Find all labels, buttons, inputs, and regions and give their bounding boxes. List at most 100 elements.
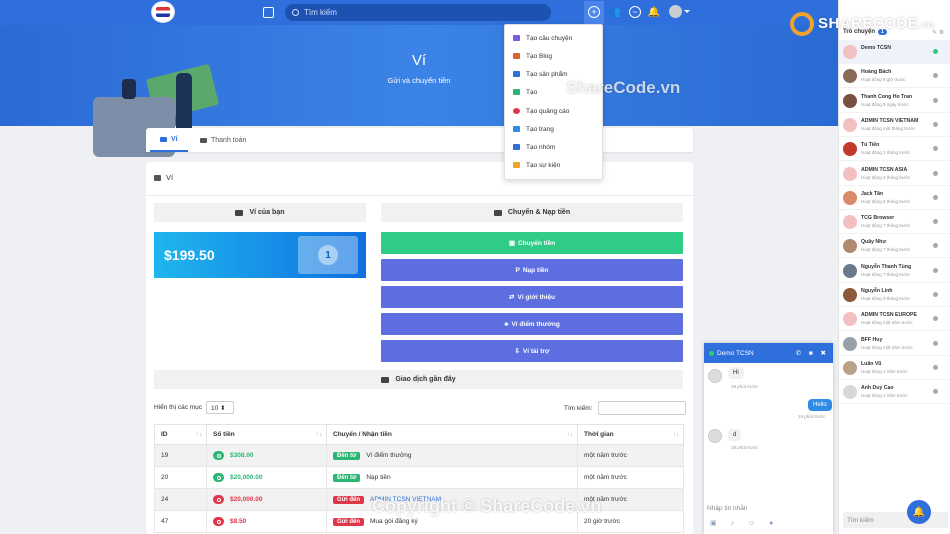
sidebar-contact[interactable]: ADMIN TCSN ASIA Hoạt động 3 tháng trước <box>839 162 950 186</box>
col-transfer-header[interactable]: Chuyển / Nhận tiền ↑↓ <box>326 424 578 445</box>
eye-icon[interactable] <box>213 517 224 526</box>
referral-wallet-button[interactable]: ⇄ Ví giới thiệu <box>381 286 683 308</box>
sidebar-contact[interactable]: ADMIN TCSN EUROPE Hoạt động một năm trước <box>839 307 950 332</box>
contact-name: Anh Duy Cao <box>861 385 894 392</box>
transfer-desc: Nạp tiền <box>366 473 391 481</box>
sidebar-contact[interactable]: Thanh Cong Ho Tran Hoạt động 5 ngày trước <box>839 89 950 113</box>
sidebar-contact[interactable]: Tú Tiến Hoạt động 2 tháng trước <box>839 137 950 162</box>
transfer-money-label: Chuyển tiền <box>517 239 556 247</box>
deposit-button[interactable]: P Nạp tiền <box>381 259 683 281</box>
table-row: 20 $20,000.00 Đến từ Nạp tiền một năm trư… <box>154 466 684 489</box>
download-icon: ⇩ <box>514 348 520 355</box>
contact-search-input[interactable]: Tìm kiếm <box>843 512 948 528</box>
card-title: Ví <box>154 173 173 182</box>
home-icon[interactable] <box>263 7 274 18</box>
sidebar-contact[interactable]: Hoàng Bách Hoạt động 8 giờ trước <box>839 64 950 89</box>
messenger-icon[interactable]: ~ <box>629 6 641 18</box>
page-length-select[interactable]: 10 ⬍ <box>206 401 235 414</box>
chat-toolbar-icons[interactable]: ▣ ♪ ☺ ● <box>710 519 779 527</box>
contact-status: Hoạt động 5 ngày trước <box>861 101 909 107</box>
col-amount-header[interactable]: Số tiền ↑↓ <box>206 424 327 445</box>
col-id-label: ID <box>161 431 168 438</box>
contact-name: Quây Như <box>861 239 887 246</box>
receipt-icon <box>381 376 390 383</box>
transfer-money-button[interactable]: ▣ Chuyển tiền <box>381 232 683 254</box>
avatar <box>843 93 857 108</box>
menu-create-product[interactable]: Tạo sản phẩm <box>513 68 568 80</box>
online-dot <box>709 350 714 356</box>
contact-name: Nguyễn Thanh Tùng <box>861 263 912 270</box>
contact-status: Hoạt động 9 tháng trước <box>861 296 911 301</box>
sidebar-contact[interactable]: Anh Duy Cao Hoạt động 2 năm trước <box>839 380 950 405</box>
cell-amount: $308.00 <box>206 444 327 467</box>
col-time-header[interactable]: Thời gian ↑↓ <box>577 424 684 445</box>
table-search-input[interactable] <box>597 401 686 415</box>
user-avatar[interactable] <box>669 5 682 18</box>
menu-create-ad[interactable]: Tạo quảng cáo <box>513 105 569 117</box>
notification-bell-icon[interactable]: 🔔 <box>907 500 931 524</box>
watermark-copyright: Copyright © ShareCode.vn <box>372 496 602 516</box>
presence-dot <box>933 97 938 103</box>
create-dropdown-menu: Tạo câu chuyện Tạo Blog Tạo sản phẩm Tạo… <box>504 24 603 180</box>
col-transfer-label: Chuyển / Nhận tiền <box>333 431 392 438</box>
sidebar-contact[interactable]: Nguyễn Thanh Tùng Hoạt động 7 tháng trước <box>839 259 950 283</box>
balance-card: $199.50 1 <box>154 232 366 278</box>
eye-icon[interactable] <box>213 451 224 460</box>
group-icon <box>513 144 520 150</box>
menu-label: Tạo trang <box>526 125 554 133</box>
your-wallet-header: Ví của bạn <box>154 203 366 222</box>
eye-icon[interactable] <box>213 473 224 482</box>
page-length-label: Hiển thị các mục <box>154 404 203 411</box>
menu-create-event[interactable]: Tạo sự kiện <box>513 159 560 171</box>
menu-label: Tạo sự kiện <box>526 161 561 169</box>
chat-message: Hi <box>728 367 744 379</box>
menu-create-story[interactable]: Tạo câu chuyện <box>513 32 572 44</box>
plus-circle-icon[interactable]: + <box>588 6 600 18</box>
cell-amount: $20,000.00 <box>206 466 327 489</box>
menu-create-page[interactable]: Tạo trang <box>513 123 554 135</box>
presence-dot <box>933 49 938 54</box>
sidebar-contact[interactable]: ADMIN TCSN VIETNAM Hoạt động một tháng tr… <box>839 113 950 137</box>
presence-dot <box>933 243 938 249</box>
menu-create-funding[interactable]: Tạo <box>513 86 537 98</box>
menu-label: Tạo sản phẩm <box>526 70 568 78</box>
sidebar-contact[interactable]: TCG Browser Hoạt động 7 tháng trước <box>839 210 950 235</box>
table-header-row: ID ↑↓ Số tiền ↑↓ Chuyển / Nhận tiền ↑↓ Thời… <box>154 424 684 445</box>
presence-dot <box>933 73 938 79</box>
blog-icon <box>513 53 520 59</box>
contact-name: Nguyễn Linh <box>861 288 893 294</box>
bell-icon[interactable]: 🔔 <box>648 6 660 18</box>
sidebar-contact[interactable]: Demo TCSN <box>839 40 950 64</box>
sidebar-contact[interactable]: Luân Vũ Hoạt động 2 năm trước <box>839 356 950 380</box>
funding-wallet-button[interactable]: ⇩ Ví tài trợ <box>381 340 683 362</box>
sidebar-contact[interactable]: Jack Tân Hoạt động 6 tháng trước <box>839 186 950 210</box>
eye-icon[interactable] <box>213 495 224 504</box>
presence-dot <box>933 292 938 297</box>
chat-header[interactable]: Demo TCSN ✆ ■ ✖ <box>704 343 833 363</box>
menu-create-blog[interactable]: Tạo Blog <box>513 50 552 62</box>
chat-message-input[interactable]: Nhập tin nhắn <box>707 505 747 512</box>
site-logo[interactable] <box>151 1 175 23</box>
chevron-down-icon[interactable] <box>684 10 690 16</box>
contact-status: Hoạt động 8 giờ trước <box>861 77 906 83</box>
points-wallet-button[interactable]: ♣ Ví điểm thưởng <box>381 313 683 335</box>
recent-transactions-label: Giao dịch gần đây <box>395 376 456 383</box>
sidebar-contact[interactable]: Nguyễn Linh Hoạt động 9 tháng trước <box>839 283 950 307</box>
tab-wallet[interactable]: Ví <box>150 128 188 152</box>
users-icon[interactable]: 👥 <box>609 6 621 18</box>
menu-create-group[interactable]: Tạo nhóm <box>513 141 555 153</box>
avatar <box>843 45 857 59</box>
sidebar-contact[interactable]: Quây Như Hoạt động 7 tháng trước <box>839 234 950 259</box>
avatar <box>843 360 857 375</box>
chat-actions-icon[interactable]: ✆ ■ ✖ <box>796 349 829 357</box>
sidebar-contact[interactable]: BFF Huy Hoạt động một năm trước <box>839 332 950 356</box>
wallet-card: Ví Ví của bạn Chuyển & Nạp tiền $199.50 … <box>146 162 693 534</box>
tab-payments[interactable]: Thanh toán <box>200 128 246 152</box>
dollar-bill-icon: 1 <box>298 236 358 274</box>
avatar <box>843 263 857 278</box>
col-id-header[interactable]: ID ↑↓ <box>154 424 207 445</box>
your-wallet-label: Ví của bạn <box>249 209 285 216</box>
search-bar[interactable]: Tìm kiếm <box>285 4 551 21</box>
contact-status: Hoạt động 3 tháng trước <box>861 174 911 180</box>
hero-title: Ví <box>411 52 427 69</box>
